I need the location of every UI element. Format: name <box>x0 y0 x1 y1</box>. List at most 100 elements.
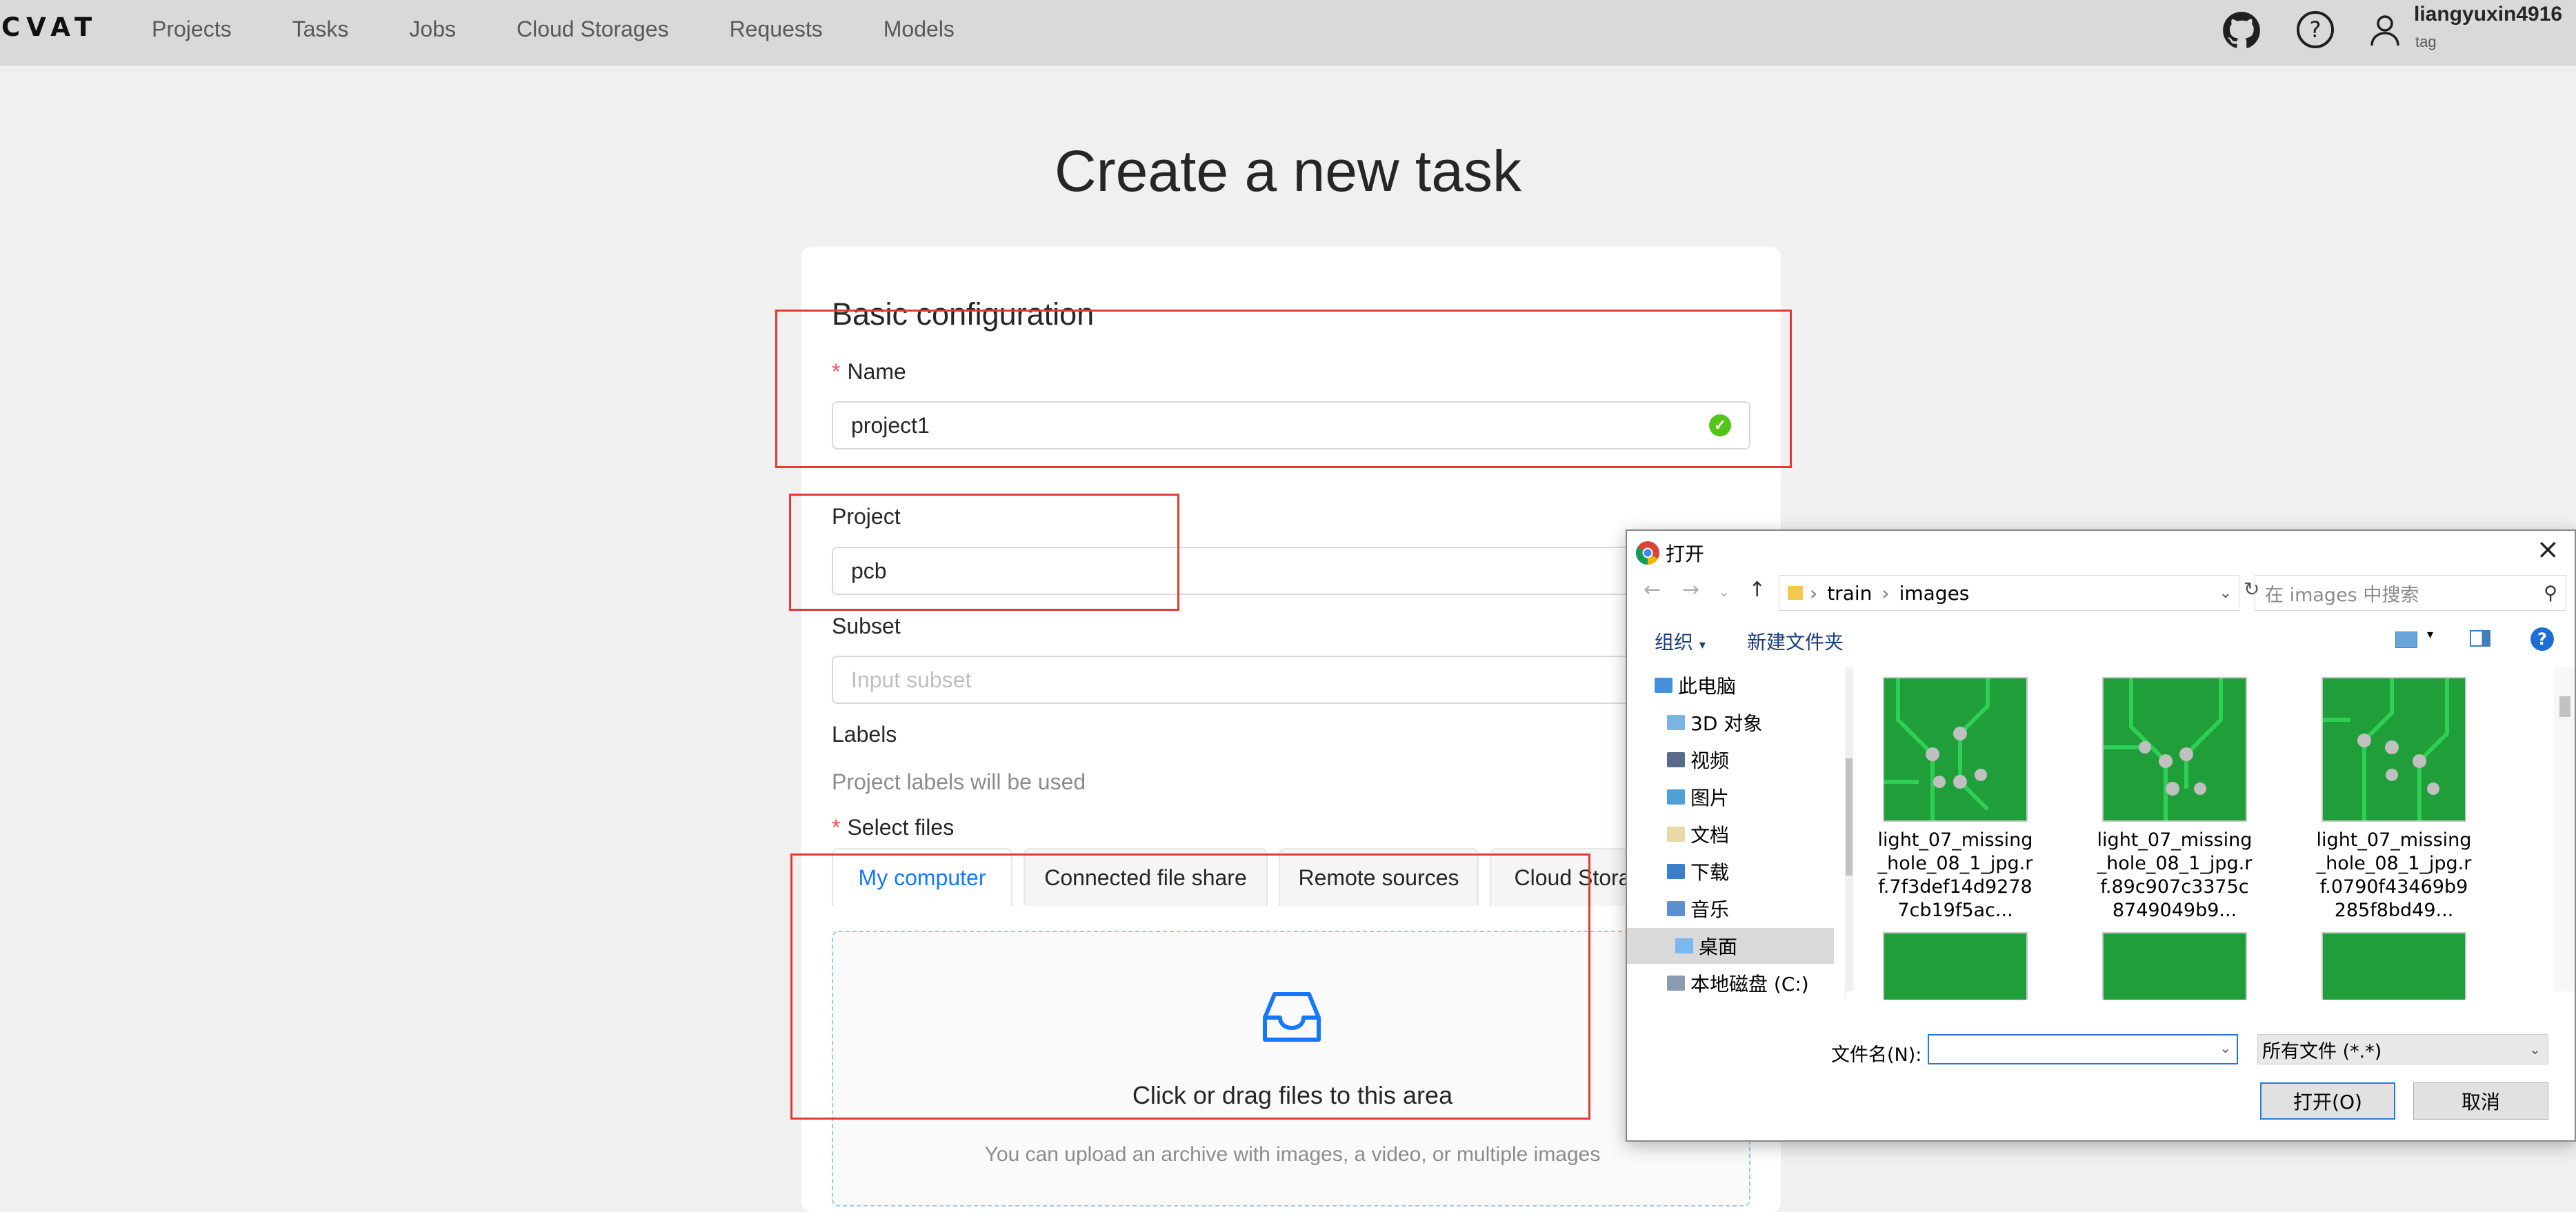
tree-item-documents[interactable]: 文档 <box>1667 816 1845 852</box>
dialog-title: 打开 <box>1666 543 1705 565</box>
tree-item-local-disk-c[interactable]: 本地磁盘 (C:) <box>1667 965 1845 1000</box>
username[interactable]: liangyuxin4916 <box>2414 3 2562 26</box>
path-separator-icon: › <box>1881 581 1890 605</box>
pcb-image <box>2323 678 2449 820</box>
preview-pane-icon[interactable] <box>2470 630 2490 647</box>
pcb-image-thumbnail <box>2102 932 2247 1000</box>
recent-dropdown-icon[interactable]: ⌄ <box>1718 583 1730 600</box>
video-folder-icon <box>1667 752 1685 767</box>
subset-placeholder: Input subset <box>851 667 972 692</box>
main-nav: Projects Tasks Jobs Cloud Storages Reque… <box>152 14 1015 44</box>
computer-icon <box>1655 678 1673 693</box>
cvat-logo[interactable]: CVAT <box>1 12 98 42</box>
file-item[interactable] <box>1852 932 2059 1000</box>
labels-note: Project labels will be used <box>832 769 1086 794</box>
tree-item-label: 本地磁盘 (C:) <box>1690 973 1809 996</box>
chrome-icon <box>1636 541 1659 565</box>
tree-item-desktop[interactable]: 桌面 <box>1627 928 1834 964</box>
close-icon[interactable]: × <box>2536 534 2559 565</box>
file-open-dialog: 打开 × ← → ⌄ ↑ › train › images ⌄ ↻ 在 imag… <box>1626 529 2576 1142</box>
path-segment-train[interactable]: train <box>1827 582 1872 605</box>
pcb-image <box>1884 678 1990 820</box>
tree-item-3d-objects[interactable]: 3D 对象 <box>1667 705 1845 740</box>
path-dropdown-icon[interactable]: ⌄ <box>2219 585 2232 602</box>
tree-item-label: 下载 <box>1690 861 1730 884</box>
filename-label: 文件名(N): <box>1831 1044 1922 1066</box>
page-title: Create a new task <box>1054 139 1521 203</box>
music-folder-icon <box>1667 901 1685 916</box>
annotation-box-select-files <box>790 854 1590 1120</box>
file-item[interactable]: light_07_missing_hole_08_1_jpg.rf.89c907… <box>2071 677 2278 922</box>
folder-icon <box>1788 586 1803 600</box>
top-navbar: CVAT Projects Tasks Jobs Cloud Storages … <box>0 0 2576 65</box>
file-item[interactable] <box>2290 932 2497 1000</box>
file-grid: light_07_missing_hole_08_1_jpg.rf.7f3def… <box>1852 667 2555 1000</box>
navigation-tree: 此电脑 3D 对象 视频 图片 文档 下载 音乐 桌面 本地磁盘 (C:) <box>1627 667 1846 1000</box>
filetype-select[interactable]: 所有文件 (*.*) ⌄ <box>2257 1034 2548 1064</box>
file-item[interactable]: light_07_missing_hole_08_1_jpg.rf.0790f4… <box>2290 677 2497 922</box>
cancel-button[interactable]: 取消 <box>2413 1082 2548 1120</box>
nav-tasks[interactable]: Tasks <box>292 14 349 44</box>
search-placeholder: 在 images 中搜索 <box>2265 584 2419 606</box>
downloads-folder-icon <box>1667 864 1685 879</box>
drive-icon <box>1667 976 1685 991</box>
view-options-icon[interactable] <box>2395 632 2417 648</box>
labels-label: Labels <box>832 722 897 747</box>
tree-item-pictures[interactable]: 图片 <box>1667 779 1845 815</box>
nav-requests[interactable]: Requests <box>730 14 823 44</box>
nav-jobs[interactable]: Jobs <box>409 14 456 44</box>
tree-item-label: 音乐 <box>1690 898 1730 921</box>
select-files-label-text: Select files <box>847 815 955 840</box>
file-item[interactable] <box>2071 932 2278 1000</box>
search-input[interactable]: 在 images 中搜索 ⚲ <box>2255 575 2566 611</box>
annotation-box-project <box>789 494 1179 611</box>
filename-dropdown-icon[interactable]: ⌄ <box>2219 1040 2231 1056</box>
tree-item-downloads[interactable]: 下载 <box>1667 854 1845 889</box>
filename-input[interactable]: ⌄ <box>1928 1034 2238 1064</box>
tree-item-label: 桌面 <box>1699 936 1738 958</box>
github-icon[interactable] <box>2222 11 2261 50</box>
pcb-image <box>2104 678 2223 820</box>
file-name: light_07_missing_hole_08_1_jpg.rf.7f3def… <box>1877 829 2033 921</box>
pcb-image-thumbnail <box>2322 677 2466 822</box>
help-icon[interactable]: ? <box>2295 10 2335 50</box>
file-grid-scrollbar-thumb[interactable] <box>2559 696 2570 717</box>
select-files-label: * Select files <box>832 815 954 840</box>
address-bar[interactable]: › train › images ⌄ <box>1779 575 2239 611</box>
open-button[interactable]: 打开(O) <box>2260 1082 2395 1120</box>
view-dropdown-icon[interactable]: ▾ <box>2427 627 2433 642</box>
pcb-image-thumbnail <box>2102 677 2247 822</box>
tree-item-music[interactable]: 音乐 <box>1667 891 1845 927</box>
user-icon[interactable] <box>2370 14 2400 47</box>
tree-item-videos[interactable]: 视频 <box>1667 742 1845 778</box>
file-item[interactable]: light_07_missing_hole_08_1_jpg.rf.7f3def… <box>1852 677 2059 922</box>
file-name: light_07_missing_hole_08_1_jpg.rf.0790f4… <box>2316 829 2472 921</box>
address-row: ← → ⌄ ↑ › train › images ⌄ ↻ 在 images 中搜… <box>1627 574 2575 612</box>
nav-cloud-storages[interactable]: Cloud Storages <box>517 14 669 44</box>
help-icon[interactable]: ? <box>2530 627 2554 651</box>
subset-label: Subset <box>832 614 901 638</box>
dialog-toolbar: 组织 ▾ 新建文件夹 ▾ ? <box>1627 620 2575 658</box>
path-separator-icon: › <box>1810 581 1818 605</box>
tree-item-this-pc[interactable]: 此电脑 <box>1655 667 1834 703</box>
annotation-box-basic-config <box>775 310 1792 468</box>
dropzone-hint: You can upload an archive with images, a… <box>984 1143 1601 1166</box>
desktop-folder-icon <box>1675 938 1693 953</box>
path-segment-images[interactable]: images <box>1899 582 1970 605</box>
nav-projects[interactable]: Projects <box>152 14 232 44</box>
cube-folder-icon <box>1667 715 1685 730</box>
svg-text:?: ? <box>2310 17 2322 43</box>
organize-button[interactable]: 组织 ▾ <box>1655 627 1706 655</box>
up-arrow-icon[interactable]: ↑ <box>1748 578 1766 602</box>
nav-models[interactable]: Models <box>883 14 955 44</box>
tree-item-label: 视频 <box>1690 749 1730 772</box>
subset-input[interactable]: Input subset <box>832 656 1750 704</box>
search-icon: ⚲ <box>2544 582 2557 604</box>
forward-arrow-icon[interactable]: → <box>1682 578 1699 602</box>
new-folder-button[interactable]: 新建文件夹 <box>1747 627 1844 655</box>
back-arrow-icon[interactable]: ← <box>1644 578 1661 602</box>
organize-label: 组织 <box>1655 631 1694 654</box>
pictures-folder-icon <box>1667 789 1685 805</box>
filetype-dropdown-icon: ⌄ <box>2529 1041 2541 1058</box>
filetype-value: 所有文件 (*.*) <box>2262 1040 2382 1062</box>
